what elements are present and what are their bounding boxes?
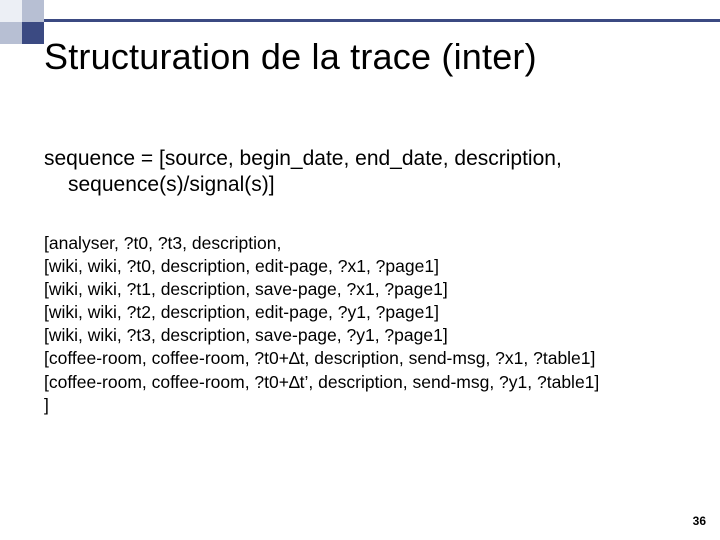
slide: Structuration de la trace (inter) sequen… (0, 0, 720, 540)
trace-example: [analyser, ?t0, ?t3, description, [wiki,… (44, 232, 599, 417)
trace-line-5: [coffee-room, coffee-room, ?t0+∆t, descr… (44, 347, 599, 370)
trace-line-6: [coffee-room, coffee-room, ?t0+∆t’, desc… (44, 371, 599, 394)
trace-line-7: ] (44, 394, 599, 417)
trace-line-0: [analyser, ?t0, ?t3, description, (44, 232, 599, 255)
page-number: 36 (693, 514, 706, 528)
def-line-2: sequence(s)/signal(s)] (44, 172, 562, 198)
square-bottom-left (0, 22, 22, 44)
sequence-definition: sequence = [source, begin_date, end_date… (44, 146, 562, 199)
square-top-right (22, 0, 44, 22)
trace-line-1: [wiki, wiki, ?t0, description, edit-page… (44, 255, 599, 278)
square-bottom-right (22, 22, 44, 44)
trace-line-4: [wiki, wiki, ?t3, description, save-page… (44, 324, 599, 347)
trace-line-2: [wiki, wiki, ?t1, description, save-page… (44, 278, 599, 301)
slide-title: Structuration de la trace (inter) (44, 36, 537, 78)
trace-line-3: [wiki, wiki, ?t2, description, edit-page… (44, 301, 599, 324)
square-top-left (0, 0, 22, 22)
header-rule (44, 19, 720, 22)
corner-squares (0, 0, 44, 44)
def-line-1: sequence = [source, begin_date, end_date… (44, 146, 562, 172)
